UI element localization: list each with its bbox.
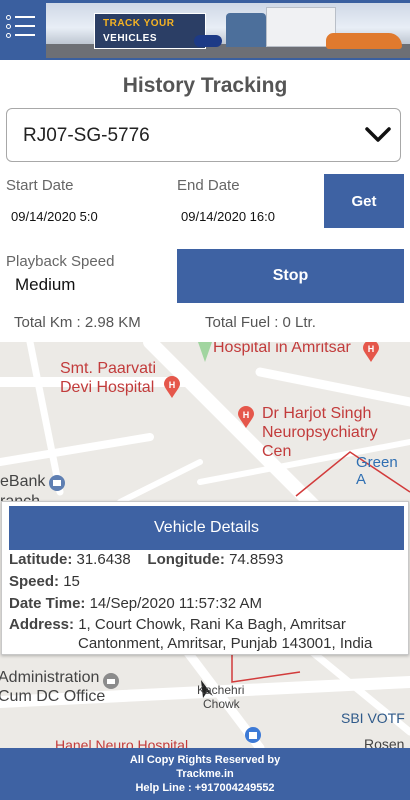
map-label-kachehri-1: Kachehri xyxy=(197,683,245,697)
map-label-hospital-amritsar: Hospital in Amritsar xyxy=(213,342,351,356)
hospital-pin-icon: H xyxy=(363,342,379,362)
end-date-field[interactable]: 09/14/2020 16:0 xyxy=(181,209,275,224)
vehicle-details-card: Vehicle Details Latitude: 31.6438 Longit… xyxy=(1,501,409,655)
hospital-pin-icon: H xyxy=(164,376,180,398)
get-button[interactable]: Get xyxy=(324,174,404,228)
map-label-harjot-1: Dr Harjot Singh xyxy=(262,405,372,422)
header-banner-image: TRACK YOUR VEHICLES xyxy=(46,3,410,58)
datetime-value: 14/Sep/2020 11:57:32 AM xyxy=(89,595,262,612)
app-header: TRACK YOUR VEHICLES xyxy=(0,0,410,60)
map-label-green-a: Green A xyxy=(356,454,398,488)
map-label-rosen: Rosen xyxy=(364,736,405,748)
map-label-paarvati-1: Smt. Paarvati xyxy=(60,360,157,377)
map-label-sbi: SBI VOTF xyxy=(341,710,405,726)
start-date-field[interactable]: 09/14/2020 5:0 xyxy=(11,209,98,224)
speed-value: 15 xyxy=(63,573,80,590)
playback-speed-select[interactable]: Medium xyxy=(15,275,75,295)
map-label-paarvati-2: Devi Hospital xyxy=(60,379,155,396)
car-icon xyxy=(326,33,402,49)
total-fuel: Total Fuel : 0 Ltr. xyxy=(205,314,316,331)
stop-button[interactable]: Stop xyxy=(177,249,404,303)
total-km: Total Km : 2.98 KM xyxy=(14,314,141,331)
app-footer: All Copy Rights Reserved by Trackme.in H… xyxy=(0,748,410,800)
page-title: History Tracking xyxy=(122,74,288,97)
map-label-kachehri-2: Chowk xyxy=(203,697,240,711)
longitude-label: Longitude: xyxy=(147,551,225,568)
map-label-admin-1: Administration xyxy=(0,669,100,686)
hospital-pin-icon: H xyxy=(238,406,254,428)
latitude-value: 31.6438 xyxy=(76,551,131,568)
vehicle-details-header[interactable]: Vehicle Details xyxy=(9,506,404,550)
address-label: Address: xyxy=(9,616,75,633)
latitude-label: Latitude: xyxy=(9,551,73,568)
svg-text:H: H xyxy=(368,344,375,354)
speed-label: Speed: xyxy=(9,573,60,590)
start-date-label: Start Date xyxy=(6,177,74,194)
footer-copyright: All Copy Rights Reserved by xyxy=(129,754,281,766)
longitude-value: 74.8593 xyxy=(229,551,284,568)
motorbike-icon xyxy=(194,35,222,47)
svg-text:H: H xyxy=(169,380,176,390)
footer-helpline: Help Line : +917004249552 xyxy=(135,782,275,794)
end-date-label: End Date xyxy=(177,177,240,194)
vehicle-select[interactable]: RJ07-SG-5776 xyxy=(6,108,401,162)
banner-logo: TRACK YOUR VEHICLES xyxy=(94,13,206,49)
playback-speed-label: Playback Speed xyxy=(6,253,115,270)
map-label-admin-2: Cum DC Office xyxy=(0,688,106,705)
shopping-pin-icon xyxy=(245,727,261,743)
map-label-ebank-1: eBank xyxy=(0,473,46,490)
bank-pin-icon xyxy=(49,475,65,491)
svg-text:H: H xyxy=(243,410,250,420)
address-line-1: 1, Court Chowk, Rani Ka Bagh, Amritsar xyxy=(78,616,346,633)
datetime-label: Date Time: xyxy=(9,595,86,612)
chevron-down-icon xyxy=(365,127,391,142)
footer-site: Trackme.in xyxy=(176,768,234,780)
truck-icon xyxy=(226,13,266,47)
map-label-hanel: Hanel Neuro Hospital xyxy=(55,737,189,748)
government-pin-icon xyxy=(103,673,119,689)
vehicle-select-value: RJ07-SG-5776 xyxy=(23,125,150,146)
address-line-2: Cantonment, Amritsar, Punjab 143001, Ind… xyxy=(78,635,373,652)
menu-icon[interactable] xyxy=(6,13,36,43)
